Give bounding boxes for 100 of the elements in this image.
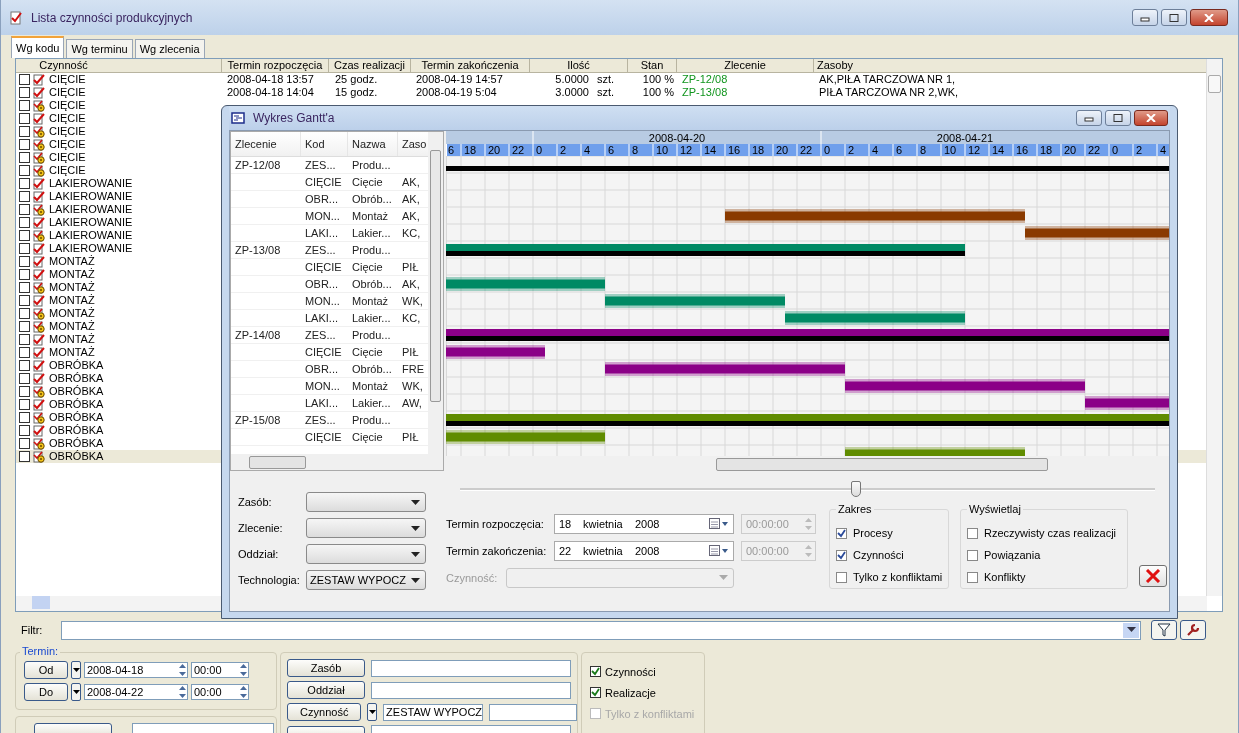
table-cell-text: 2008-04-18 14:04	[226, 86, 315, 99]
table-cell: Lakier...	[352, 227, 391, 239]
table-cell: FRE	[402, 363, 424, 375]
table-cell-text: 2008-04-19 14:57	[415, 73, 504, 86]
hour-label: 4	[1160, 144, 1167, 156]
hour-label: 10	[656, 144, 669, 156]
field-label: Oddział:	[238, 548, 280, 560]
hour-label: 2	[1136, 144, 1143, 156]
table-cell-text: ZP-12/08	[681, 73, 729, 86]
table-cell-text: szt.	[596, 73, 616, 86]
hour-label: 4	[872, 144, 879, 156]
checkbox-label: Czynności	[853, 549, 904, 561]
group-title: Zakres	[836, 503, 874, 515]
table-cell: CIĘCIE	[305, 176, 342, 188]
table-cell: CIĘCIE	[49, 138, 86, 151]
table-cell: PIŁ	[402, 261, 419, 273]
table-cell: CIĘCIE	[305, 346, 342, 358]
window-title: Lista czynności produkcyjnych	[31, 10, 193, 25]
table-cell: CIĘCIE	[49, 112, 86, 125]
checkbox-label: Realizacje	[605, 686, 656, 699]
checkbox-label: Tylko z konfliktami	[605, 707, 695, 720]
hour-label: 22	[1088, 144, 1101, 156]
table-cell: ZES...	[305, 159, 336, 171]
table-cell: OBRÓBKA	[49, 450, 104, 463]
table-cell: CIĘCIE	[49, 86, 86, 99]
table-cell: Obrób...	[352, 193, 392, 205]
table-cell-text: 2008-04-19 5:04	[415, 86, 498, 99]
table-cell: AK,	[402, 210, 420, 222]
table-cell: OBRÓBKA	[49, 385, 104, 398]
table-cell: WK,	[402, 295, 423, 307]
table-cell: LAKI...	[305, 312, 339, 324]
table-cell: LAKIEROWANIE	[49, 216, 133, 229]
field-label: Termin zakończenia:	[446, 544, 548, 557]
table-cell: Produ...	[352, 329, 391, 341]
table-cell: AK,	[402, 278, 420, 290]
hour-label: 14	[704, 144, 717, 156]
hour-label: 22	[512, 144, 525, 156]
table-cell: AK,	[402, 193, 420, 205]
table-cell: MONTAŻ	[49, 268, 95, 281]
table-cell: ZP-12/08	[235, 159, 281, 171]
table-cell-text: szt.	[596, 86, 616, 99]
table-cell: KC,	[402, 312, 421, 324]
table-cell: CIĘCIE	[305, 431, 342, 443]
table-cell: CIĘCIE	[49, 99, 86, 112]
table-cell: LAKI...	[305, 227, 339, 239]
table-cell-text: 25 godz.	[334, 73, 379, 86]
table-cell: Cięcie	[352, 261, 383, 273]
table-cell: Cięcie	[352, 431, 383, 443]
table-cell: PIŁ	[402, 346, 419, 358]
table-cell: MONTAŻ	[49, 294, 95, 307]
hour-label: 20	[1064, 144, 1077, 156]
hour-label: 4	[584, 144, 591, 156]
hour-label: 16	[728, 144, 741, 156]
table-cell: Produ...	[352, 414, 391, 426]
table-cell: OBR...	[305, 363, 338, 375]
hour-label: 20	[776, 144, 789, 156]
table-cell: MONTAŻ	[49, 333, 95, 346]
table-cell: Montaż	[352, 380, 389, 392]
date-label: 2008-04-21	[936, 131, 994, 144]
table-cell: CIĘCIE	[49, 151, 86, 164]
table-cell: MONTAŻ	[49, 307, 95, 320]
hour-label: 0	[536, 144, 543, 156]
table-cell: CIĘCIE	[305, 261, 342, 273]
table-cell: PIŁ	[402, 431, 419, 443]
table-cell-text: 100 %	[641, 86, 675, 99]
table-cell: Cięcie	[352, 346, 383, 358]
table-cell: LAKIEROWANIE	[49, 229, 133, 242]
field-label: Czynność:	[446, 571, 499, 584]
table-cell: ZP-14/08	[235, 329, 281, 341]
table-cell-text: 15 godz.	[334, 86, 379, 99]
hour-label: 8	[632, 144, 639, 156]
date-label: 2008-04-20	[648, 131, 706, 144]
table-cell: ZP-13/08	[235, 244, 281, 256]
table-cell: LAKIEROWANIE	[49, 177, 133, 190]
table-cell: CIĘCIE	[49, 125, 86, 138]
table-cell: MONTAŻ	[49, 281, 95, 294]
table-cell: LAKIEROWANIE	[49, 242, 133, 255]
hour-label: 18	[464, 144, 477, 156]
table-cell: ZES...	[305, 244, 336, 256]
table-cell: MON...	[305, 380, 340, 392]
table-cell: Montaż	[352, 210, 389, 222]
table-cell: CIĘCIE	[49, 164, 86, 177]
table-cell: OBRÓBKA	[49, 411, 104, 424]
table-cell: ZP-15/08	[235, 414, 281, 426]
table-cell: Cięcie	[352, 176, 383, 188]
table-cell-text: 2008-04-18 13:57	[226, 73, 315, 86]
hour-label: 0	[824, 144, 831, 156]
group-title: Wyświetlaj	[967, 503, 1023, 515]
hour-label: 6	[448, 144, 455, 156]
hour-label: 8	[920, 144, 927, 156]
hour-label: 0	[1112, 144, 1119, 156]
table-cell: AW,	[402, 397, 422, 409]
table-cell: OBRÓBKA	[49, 372, 104, 385]
table-cell-text: 5.0000	[554, 73, 590, 86]
hour-label: 18	[1040, 144, 1053, 156]
table-cell: CIĘCIE	[49, 73, 86, 86]
table-cell: Produ...	[352, 159, 391, 171]
hour-label: 16	[1016, 144, 1029, 156]
table-cell: MON...	[305, 295, 340, 307]
table-cell: LAKI...	[305, 397, 339, 409]
